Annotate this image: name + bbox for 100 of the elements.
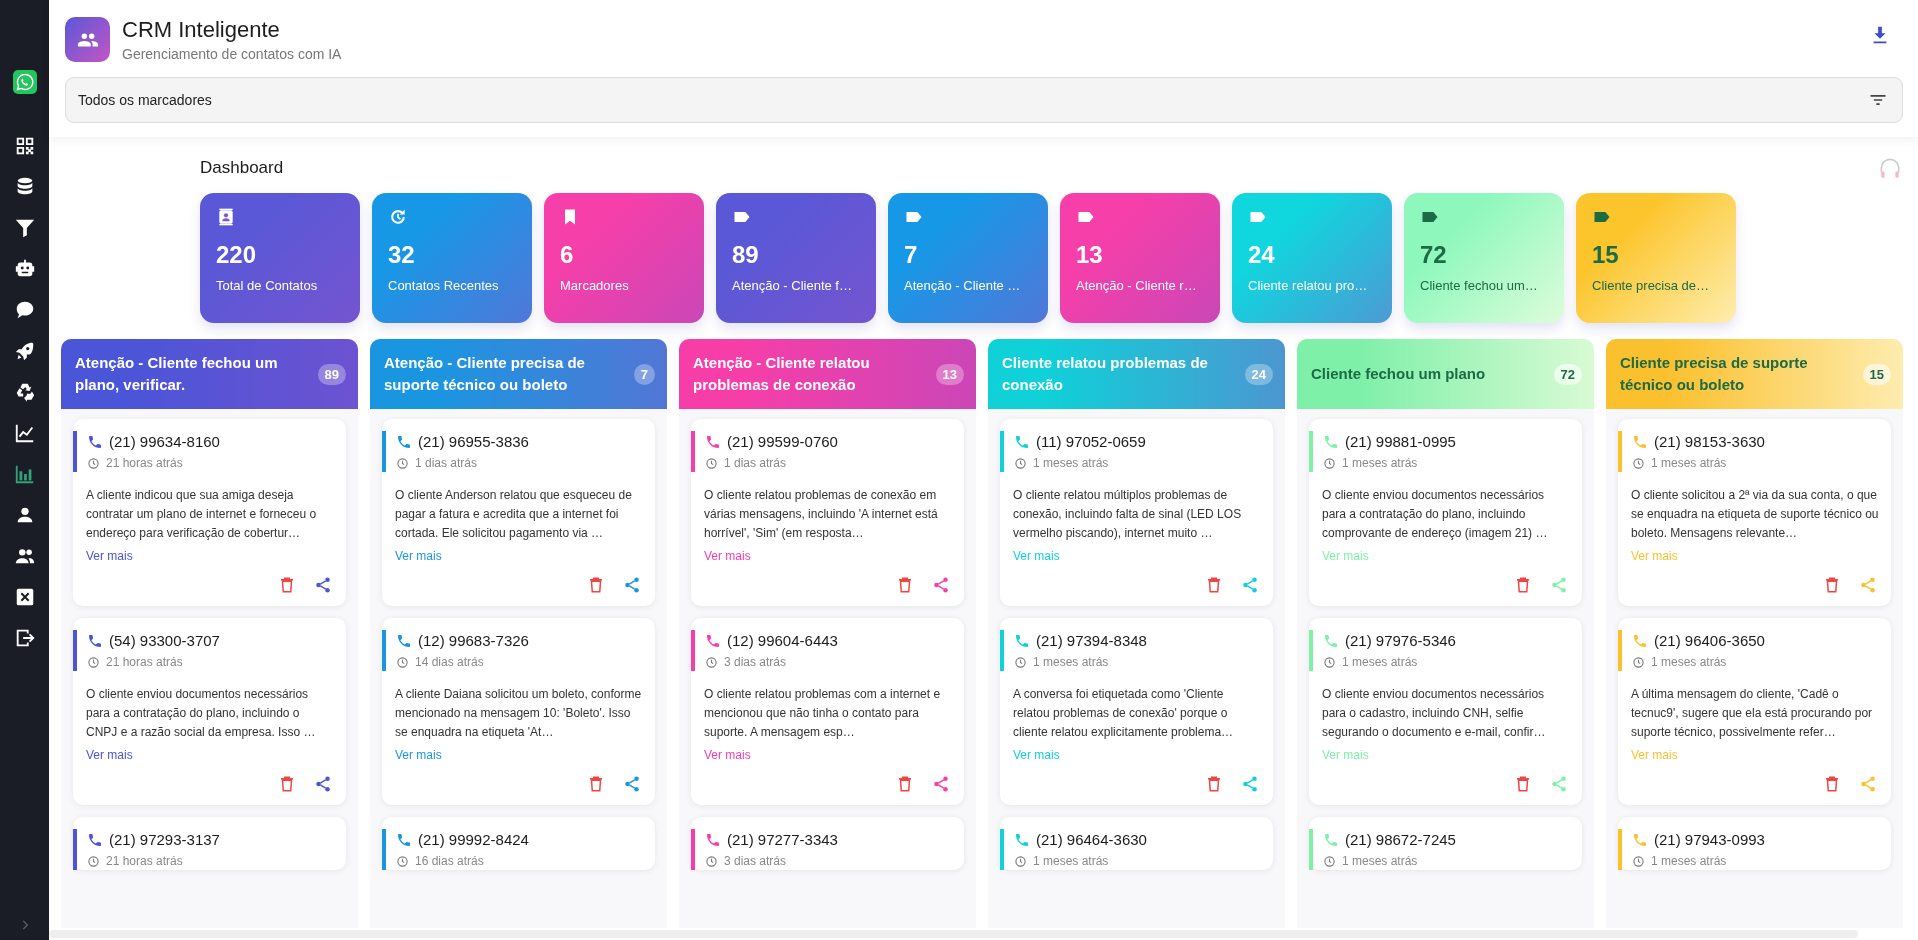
chat-app-icon[interactable]	[12, 70, 37, 94]
horizontal-scrollbar[interactable]	[49, 930, 1858, 938]
contact-card[interactable]: (21) 98153-3630 1 meses atrás O cliente solicitou a 2ª via da sua conta, o que se enquadra na etiqueta de suporte técnico ou boleto. Mensagens relevante… Ver mais	[1618, 419, 1891, 606]
phone-number: (21) 96406-3650	[1654, 632, 1765, 649]
time-ago: 14 dias atrás	[415, 655, 484, 669]
share-icon[interactable]	[623, 576, 641, 594]
clock-icon	[1014, 655, 1027, 669]
time-ago: 1 meses atrás	[1651, 854, 1727, 868]
stat-label: Cliente relatou pro…	[1248, 278, 1369, 293]
share-icon[interactable]	[314, 576, 332, 594]
app-subtitle: Gerenciamento de contatos com IA	[122, 46, 343, 62]
filter-icon[interactable]	[13, 217, 36, 239]
stat-label: Marcadores	[560, 278, 630, 293]
contact-summary: O cliente enviou documentos necessários para a contratação do plano, incluindo comprovante de endereço (imagem 21) …	[1322, 487, 1549, 542]
delete-icon[interactable]	[278, 775, 296, 793]
contact-card[interactable]: (21) 96406-3650 1 meses atrás A última mensagem do cliente, 'Cadê o tecnuc9', sugere que ela está procurando por suporte técnico, possivelmente refer… Ver mais	[1618, 618, 1891, 805]
see-more-link[interactable]: Ver mais	[86, 549, 133, 563]
delete-icon[interactable]	[1514, 576, 1532, 594]
phone-number: (54) 93300-3707	[109, 632, 220, 649]
see-more-link[interactable]: Ver mais	[86, 748, 133, 762]
contact-card[interactable]: (21) 99881-0995 1 meses atrás O cliente enviou documentos necessários para a contratação do plano, incluindo comprovante de endereço (imagem 21) … Ver mais	[1309, 419, 1582, 606]
contact-card[interactable]: (21) 96955-3836 1 dias atrás O cliente Anderson relatou que esqueceu de pagar a fatura e acredita que a internet foi cortada. Ele solicitou pagamento via … Ver mais	[382, 419, 655, 606]
share-icon[interactable]	[314, 775, 332, 793]
stat-value: 89	[732, 241, 760, 269]
phone-number: (21) 97277-3343	[727, 831, 838, 848]
phone-icon	[87, 632, 103, 649]
delete-icon[interactable]	[896, 576, 914, 594]
contact-card[interactable]: (21) 97277-3343 3 dias atrás	[691, 817, 964, 870]
column-title: Cliente relatou problemas de conexão	[1002, 353, 1209, 395]
contact-card[interactable]: (21) 99634-8160 21 horas atrás A cliente indicou que sua amiga deseja contratar um plano de internet e forneceu o endereço para verificação de cobertur… Ver mais	[73, 419, 346, 606]
phone-number: (21) 99599-0760	[727, 433, 838, 450]
phone-number: (21) 97394-8348	[1036, 632, 1147, 649]
phone-number: (21) 96955-3836	[418, 433, 529, 450]
dashboard-title: Dashboard	[200, 158, 284, 178]
contact-summary: O cliente solicitou a 2ª via da sua conta, o que se enquadra na etiqueta de suporte técnico ou boleto. Mensagens relevante…	[1631, 487, 1879, 542]
stat-label: Atenção - Cliente f…	[732, 278, 853, 293]
delete-icon[interactable]	[587, 576, 605, 594]
contact-card[interactable]: (21) 99992-8424 16 dias atrás	[382, 817, 655, 870]
stat-value: 72	[1420, 241, 1448, 269]
time-ago: 1 meses atrás	[1342, 854, 1418, 868]
contact-summary: A cliente indicou que sua amiga deseja contratar um plano de internet e forneceu o endereço para verificação de cobertur…	[86, 487, 318, 542]
bar-chart-icon[interactable]	[13, 463, 36, 485]
rocket-icon[interactable]	[13, 340, 36, 362]
time-ago: 3 dias atrás	[724, 655, 787, 669]
contact-summary: A cliente Daiana solicitou um boleto, conforme mencionado na mensagem 10: 'Boleto'. Isso se enquadra na etiqueta 'At…	[395, 686, 643, 741]
share-icon[interactable]	[932, 775, 950, 793]
time-ago: 1 dias atrás	[415, 456, 478, 470]
line-chart-icon[interactable]	[13, 422, 36, 444]
time-ago: 3 dias atrás	[724, 854, 787, 868]
contact-card[interactable]: (12) 99683-7326 14 dias atrás A cliente Daiana solicitou um boleto, conforme mencionado na mensagem 10: 'Boleto'. Isso se enquadra na etiqueta 'At… Ver mais	[382, 618, 655, 805]
contact-card[interactable]: (11) 97052-0659 1 meses atrás O cliente relatou múltiplos problemas de conexão, incluindo falta de sinal (LED LOS vermelho piscando), internet muito … Ver mais	[1000, 419, 1273, 606]
phone-icon	[1632, 433, 1648, 450]
stat-value: 13	[1076, 241, 1104, 269]
contact-card[interactable]: (21) 97943-0993 1 meses atrás	[1618, 817, 1891, 870]
contact-card[interactable]: (21) 96464-3630 1 meses atrás	[1000, 817, 1273, 870]
phone-number: (21) 97943-0993	[1654, 831, 1765, 848]
stat-value: 32	[388, 241, 416, 269]
delete-icon[interactable]	[587, 775, 605, 793]
time-ago: 21 horas atrás	[106, 854, 183, 868]
phone-icon	[1014, 831, 1030, 848]
column-title: Cliente precisa de suporte técnico ou boleto	[1620, 353, 1809, 395]
contact-card[interactable]: (12) 99604-6443 3 dias atrás O cliente relatou problemas com a internet e mencionou que não tinha o contato para suporte. A mensagem esp… Ver mais	[691, 618, 964, 805]
contact-summary: A última mensagem do cliente, 'Cadê o tecnuc9', sugere que ela está procurando por suporte técnico, possivelmente refer…	[1631, 686, 1874, 741]
phone-icon	[705, 632, 721, 649]
clock-icon	[1323, 456, 1336, 470]
stat-value: 6	[560, 241, 575, 269]
app-title: CRM Inteligente	[122, 17, 281, 43]
phone-icon	[705, 831, 721, 848]
contact-card[interactable]: (21) 97394-8348 1 meses atrás A conversa foi etiquetada como 'Cliente relatou problemas de conexão' porque o cliente relatou explicitamente problema… Ver mais	[1000, 618, 1273, 805]
contact-summary: O cliente enviou documentos necessários para o cadastro, incluindo CNH, selfie segurando o documento e e-mail, confir…	[1322, 686, 1547, 741]
delete-icon[interactable]	[278, 576, 296, 594]
phone-number: (11) 97052-0659	[1036, 433, 1146, 450]
stat-value: 7	[904, 241, 919, 269]
tag-filter-select[interactable]: Todos os marcadores	[65, 77, 1903, 123]
delete-icon[interactable]	[1205, 775, 1223, 793]
count-badge: 7	[633, 363, 655, 385]
contact-card[interactable]: (21) 98672-7245 1 meses atrás	[1309, 817, 1582, 870]
contact-summary: O cliente Anderson relatou que esqueceu de pagar a fatura e acredita que a internet foi cortada. Ele solicitou pagamento via …	[395, 487, 633, 542]
delete-icon[interactable]	[1823, 775, 1841, 793]
phone-number: (21) 99881-0995	[1345, 433, 1456, 450]
contact-card[interactable]: (54) 93300-3707 21 horas atrás O cliente enviou documentos necessários para a contratação do plano, incluindo o CNPJ e a razão social da empresa. Isso … Ver mais	[73, 618, 346, 805]
contact-card[interactable]: (21) 99599-0760 1 dias atrás O cliente relatou problemas de conexão em várias mensagens, incluindo 'A internet está horrível', 'Sim' (em resposta… Ver mais	[691, 419, 964, 606]
phone-icon	[1014, 433, 1030, 450]
stat-value: 220	[216, 241, 258, 269]
delete-icon[interactable]	[1823, 576, 1841, 594]
phone-icon	[396, 433, 412, 450]
column-title: Cliente fechou um plano	[1311, 364, 1486, 384]
count-badge: 24	[1244, 363, 1273, 385]
delete-icon[interactable]	[1205, 576, 1223, 594]
share-icon[interactable]	[932, 576, 950, 594]
stat-value: 24	[1248, 241, 1276, 269]
phone-icon	[87, 831, 103, 848]
share-icon[interactable]	[623, 775, 641, 793]
delete-icon[interactable]	[896, 775, 914, 793]
stat-label: Atenção - Cliente r…	[1076, 278, 1198, 293]
time-ago: 1 meses atrás	[1342, 456, 1418, 470]
contact-card[interactable]: (21) 97293-3137 21 horas atrás	[73, 817, 346, 870]
delete-icon[interactable]	[1514, 775, 1532, 793]
contact-card[interactable]: (21) 97976-5346 1 meses atrás O cliente enviou documentos necessários para o cadastro, incluindo CNH, selfie segurando o documento e e-mail, confir… Ver mais	[1309, 618, 1582, 805]
filter-value: Todos os marcadores	[78, 92, 212, 108]
